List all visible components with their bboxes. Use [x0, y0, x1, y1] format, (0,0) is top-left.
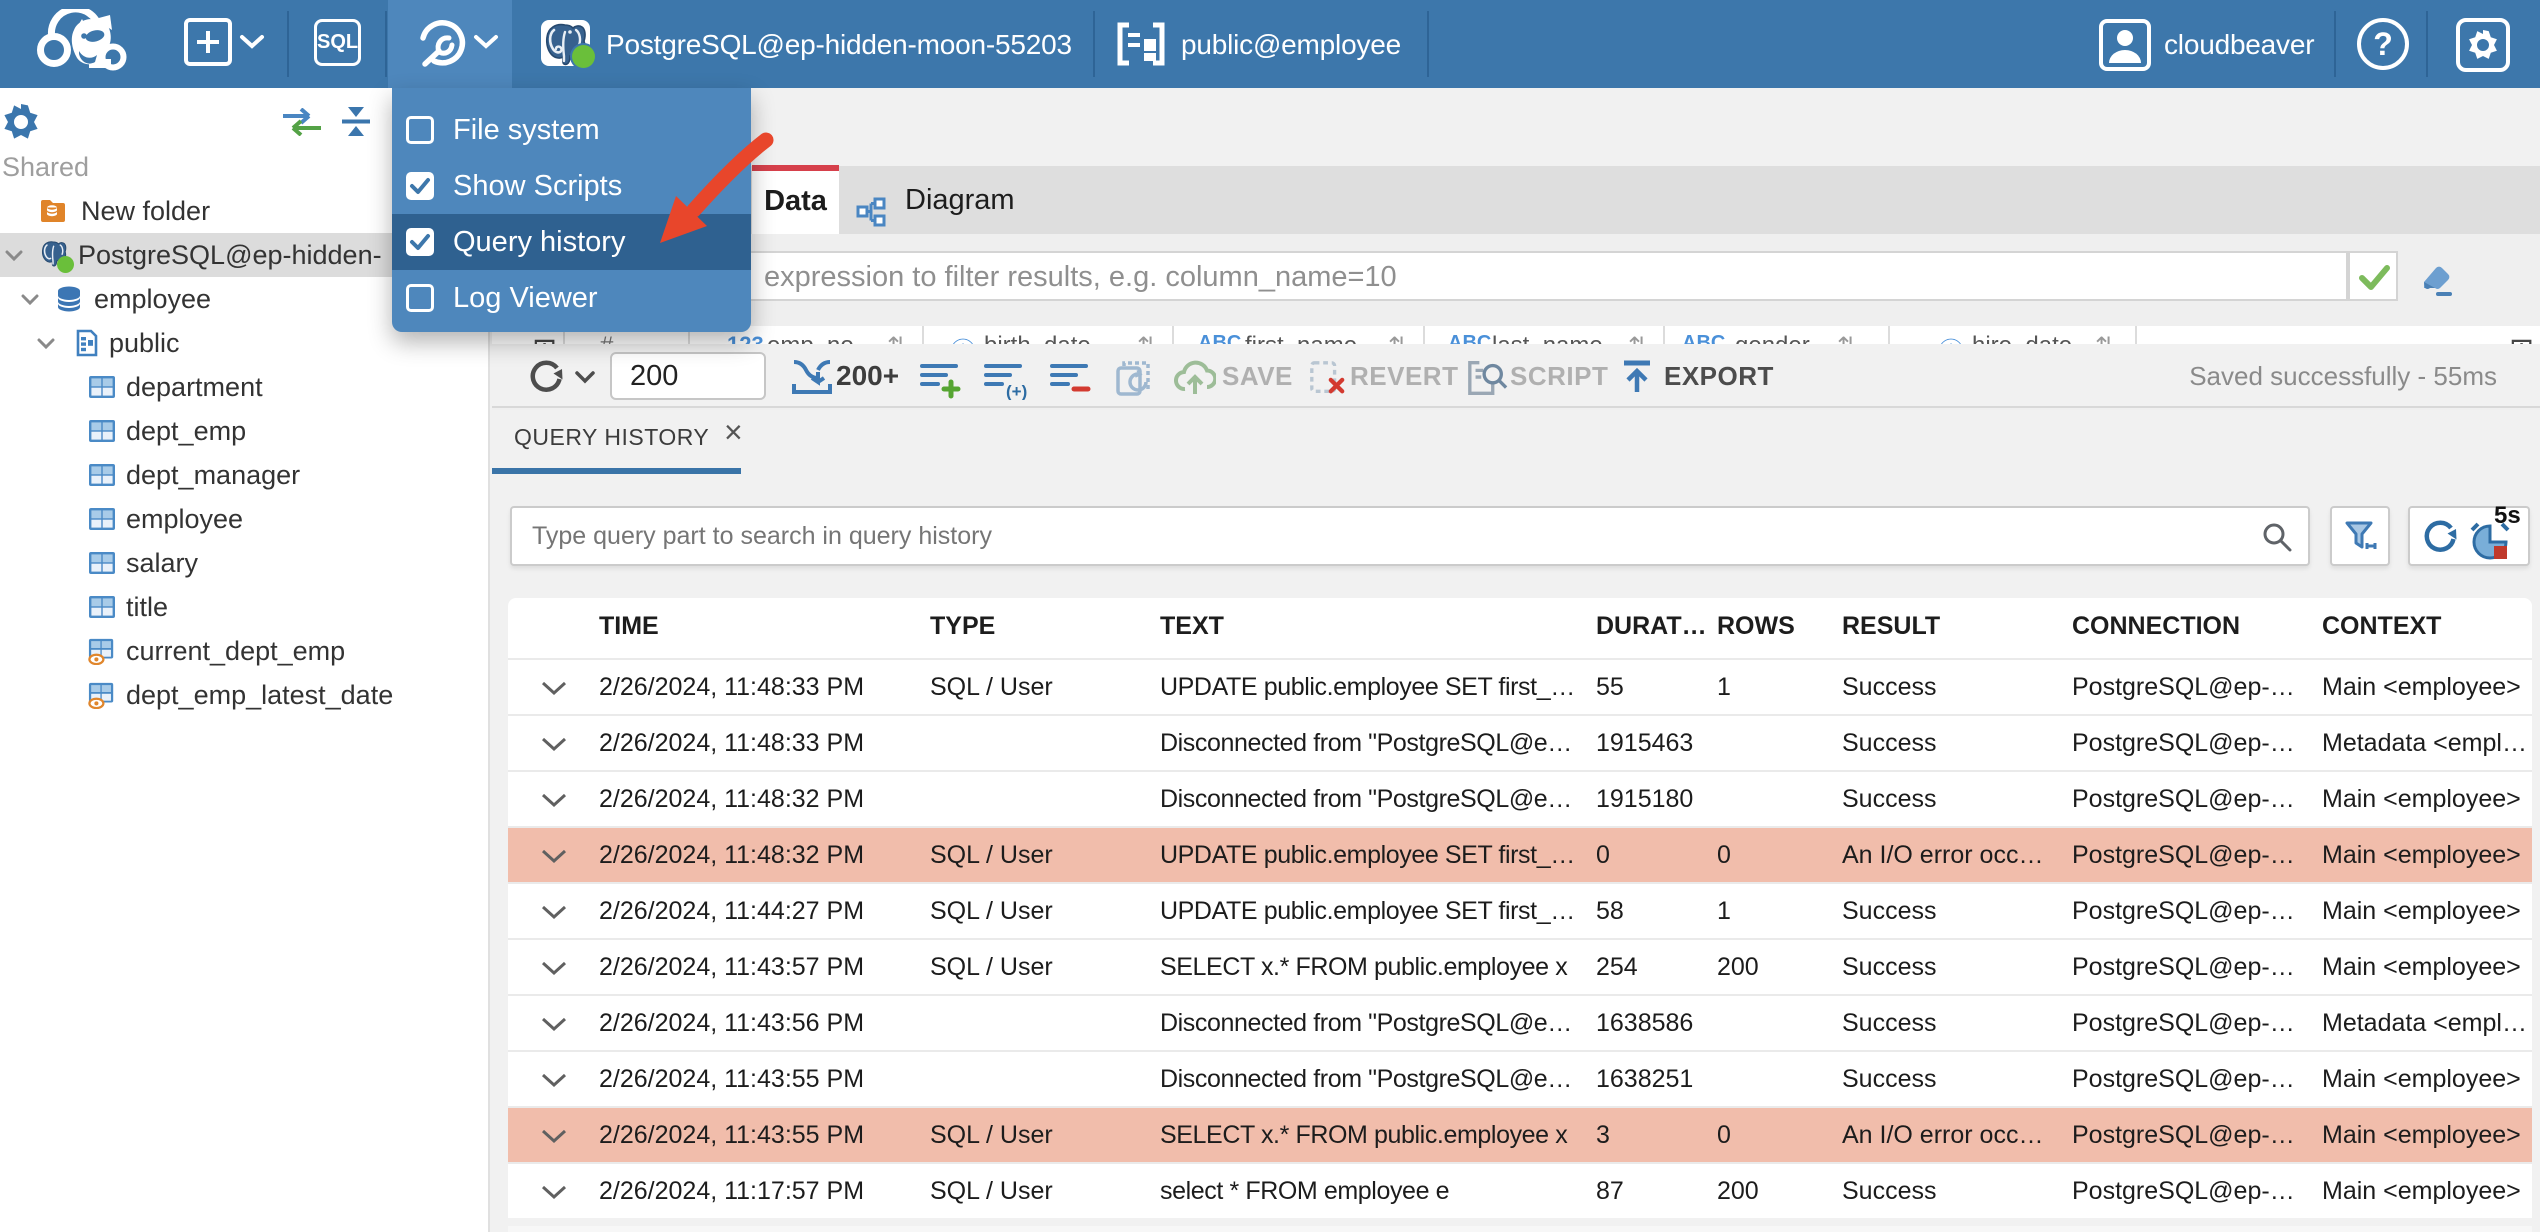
svg-text:(+): (+) — [1006, 382, 1027, 400]
